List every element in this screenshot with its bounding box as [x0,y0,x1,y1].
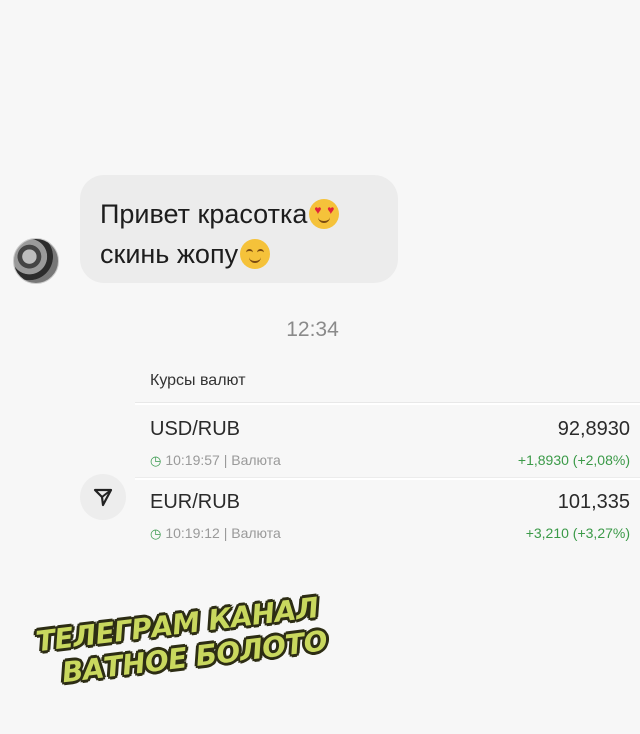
currency-pair: EUR/RUB [150,491,241,513]
clock-icon: ◷ [150,526,162,541]
rates-card-title: Курсы валют [150,372,246,389]
clock-icon: ◷ [150,453,162,468]
rate-change: +3,210 (+3,27%) [525,525,630,541]
rate-meta: ◷ 10:19:12 | Валюта [150,525,281,542]
share-arrow-icon [93,488,113,507]
message-bubble[interactable]: Привет красотка скинь жопу [80,175,398,283]
heart-eyes-emoji-icon [309,199,340,229]
share-button[interactable] [80,474,126,520]
rate-row-eur[interactable]: EUR/RUB ◷ 10:19:12 | Валюта 101,335 +3,21… [150,487,630,557]
rate-price: 92,8930 [557,418,630,440]
divider [135,477,640,480]
rate-price: 101,335 [557,491,630,513]
channel-watermark: ТЕЛЕГРАМ КАНАЛ ВАТНОЕ БОЛОТО [34,591,329,705]
message-text-1: Привет красотка [100,199,308,229]
rate-meta: ◷ 10:19:57 | Валюта [150,452,281,469]
message-text-2: скинь жопу [100,239,239,269]
currency-pair: USD/RUB [150,418,241,440]
rate-time: 10:19:12 | Валюта [165,525,281,541]
divider [135,402,640,405]
message-line-2: скинь жопу [100,239,271,270]
smirk-emoji-icon [240,239,271,269]
rate-change: +1,8930 (+2,08%) [517,452,630,468]
rate-row-usd[interactable]: USD/RUB ◷ 10:19:57 | Валюта 92,8930 +1,89… [150,414,630,484]
rate-time: 10:19:57 | Валюта [165,452,281,468]
message-line-1: Привет красотка [100,199,340,230]
message-timestamp: 12:34 [286,318,339,341]
sender-avatar[interactable] [13,238,59,284]
